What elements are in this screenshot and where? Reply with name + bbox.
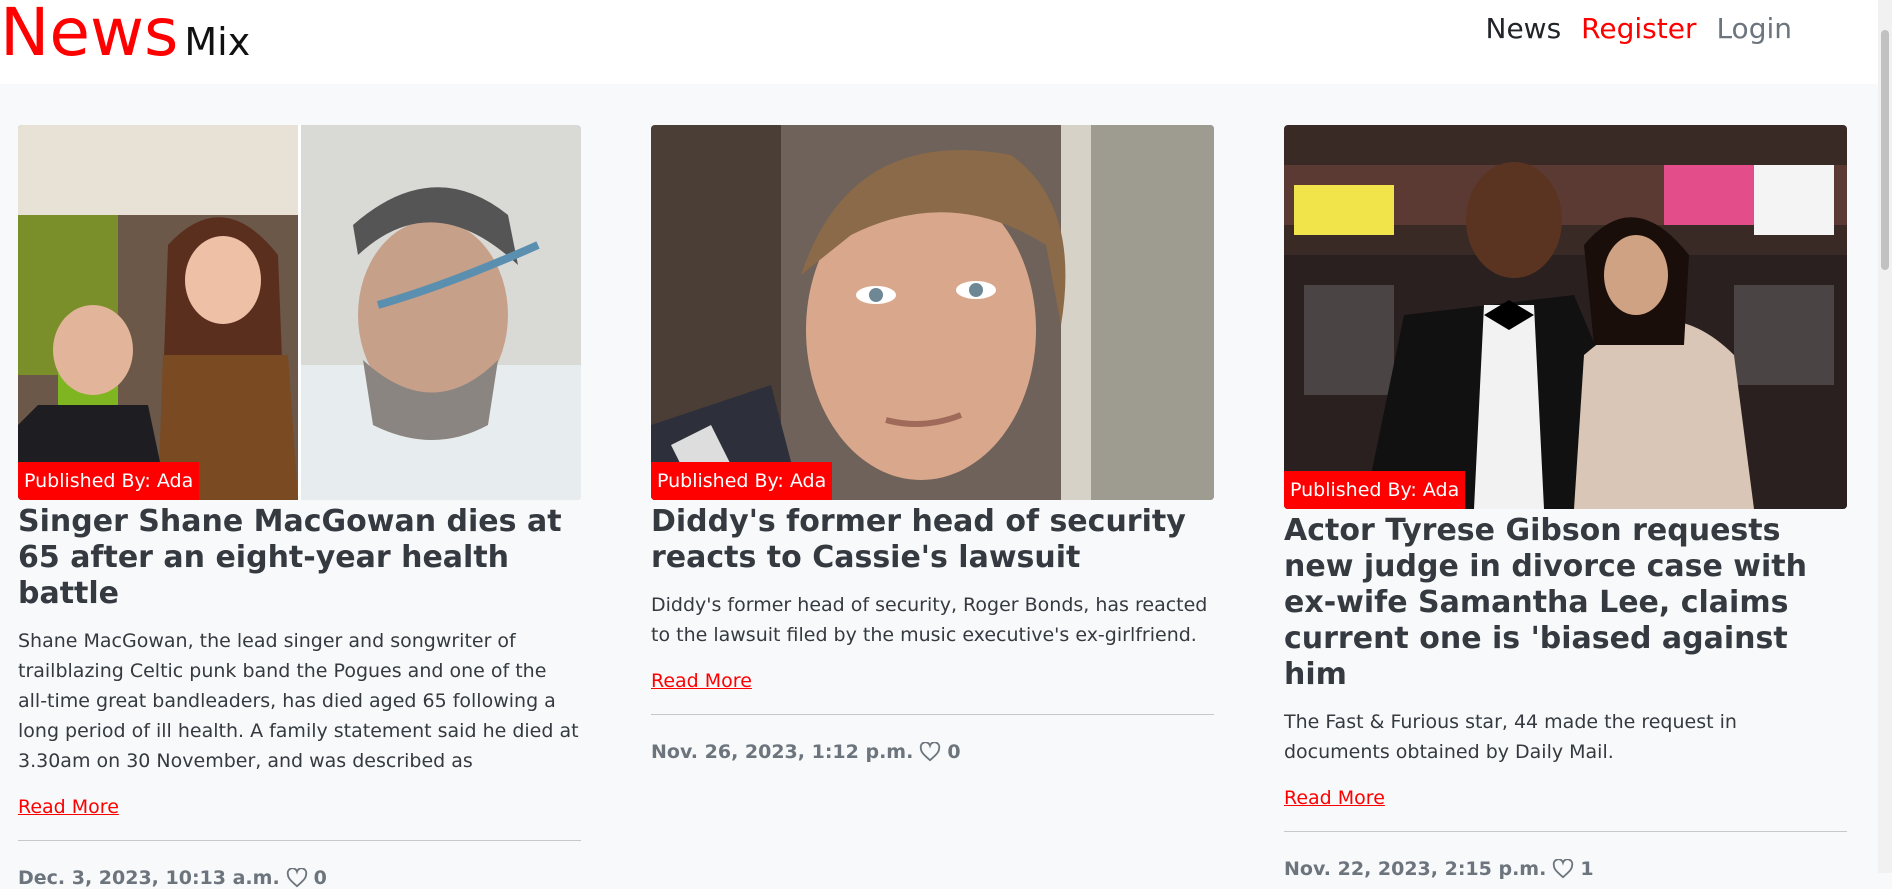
scrollbar-thumb[interactable]	[1881, 30, 1889, 270]
published-by-badge: Published By: Ada	[651, 462, 833, 500]
like-count: 1	[1580, 858, 1594, 880]
card-divider	[651, 714, 1214, 715]
article-card: Published By: Ada Diddy's former head of…	[651, 125, 1214, 763]
heart-icon[interactable]	[286, 868, 308, 888]
article-description: Diddy's former head of security, Roger B…	[651, 594, 1208, 646]
like-count: 0	[313, 867, 327, 889]
article-photo	[1284, 125, 1847, 509]
article-date: Nov. 26, 2023, 1:12 p.m.	[651, 741, 914, 763]
read-more-link[interactable]: Read More	[18, 796, 119, 818]
article-meta: Nov. 26, 2023, 1:12 p.m. 0	[651, 741, 1214, 763]
nav-news-link[interactable]: News	[1486, 12, 1562, 45]
article-date: Nov. 22, 2023, 2:15 p.m.	[1284, 858, 1547, 880]
article-image[interactable]: Published By: Ada	[18, 125, 581, 500]
heart-icon[interactable]	[919, 742, 941, 762]
card-divider	[18, 840, 581, 841]
article-date: Dec. 3, 2023, 10:13 a.m.	[18, 867, 280, 889]
navbar: News Mix News Register Login	[0, 0, 1892, 84]
article-description: Shane MacGowan, the lead singer and song…	[18, 630, 579, 772]
nav-register-link[interactable]: Register	[1581, 12, 1696, 45]
article-description: The Fast & Furious star, 44 made the req…	[1284, 711, 1737, 763]
nav-links: News Register Login	[1486, 12, 1793, 45]
article-photo	[18, 125, 581, 500]
read-more-link[interactable]: Read More	[651, 670, 752, 692]
article-meta: Dec. 3, 2023, 10:13 a.m. 0	[18, 867, 581, 889]
brand-secondary: Mix	[184, 20, 251, 64]
article-image[interactable]: Published By: Ada	[1284, 125, 1847, 509]
heart-icon[interactable]	[1552, 859, 1574, 879]
article-card: Published By: Ada Singer Shane MacGowan …	[18, 125, 581, 889]
page-scrollbar[interactable]	[1878, 0, 1892, 873]
published-by-badge: Published By: Ada	[1284, 471, 1466, 509]
like-count: 0	[947, 741, 961, 763]
article-card: Published By: Ada Actor Tyrese Gibson re…	[1284, 125, 1847, 880]
article-title[interactable]: Actor Tyrese Gibson requests new judge i…	[1284, 513, 1847, 693]
published-by-badge: Published By: Ada	[18, 462, 200, 500]
article-meta: Nov. 22, 2023, 2:15 p.m. 1	[1284, 858, 1847, 880]
nav-login-link[interactable]: Login	[1716, 12, 1792, 45]
article-photo	[651, 125, 1214, 500]
brand-logo[interactable]: News Mix	[0, 0, 250, 71]
article-title[interactable]: Singer Shane MacGowan dies at 65 after a…	[18, 504, 581, 612]
read-more-link[interactable]: Read More	[1284, 787, 1385, 809]
brand-primary: News	[0, 0, 179, 71]
article-image[interactable]: Published By: Ada	[651, 125, 1214, 500]
card-divider	[1284, 831, 1847, 832]
article-title[interactable]: Diddy's former head of security reacts t…	[651, 504, 1214, 576]
